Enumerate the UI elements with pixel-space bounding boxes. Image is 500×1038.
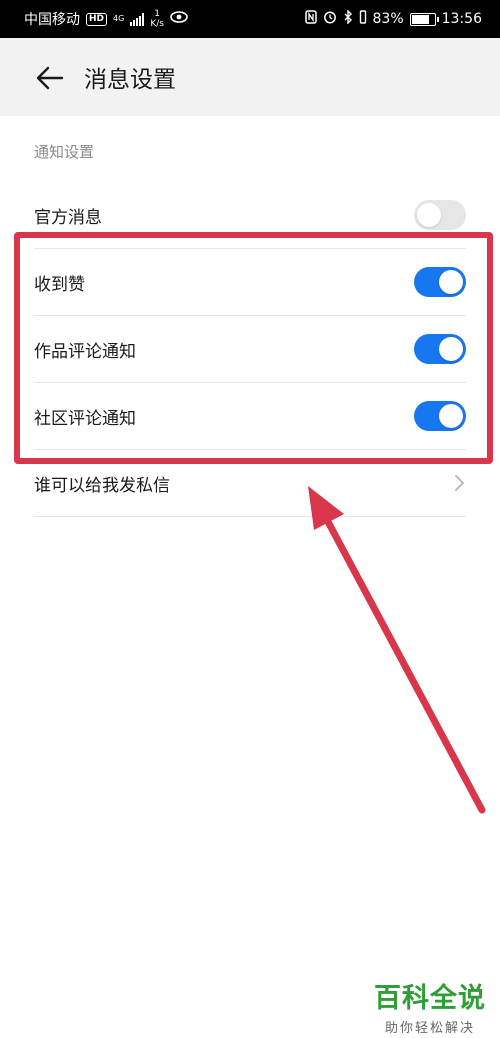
chevron-right-icon [455, 475, 464, 491]
setting-row-official-messages[interactable]: 官方消息 [34, 182, 466, 248]
bluetooth-icon [343, 9, 353, 28]
network-speed: 1 K/s [150, 9, 164, 29]
nfc-icon [304, 10, 317, 28]
setting-label: 作品评论通知 [34, 341, 136, 362]
work-comment-notify-toggle[interactable] [414, 334, 466, 364]
toggle-knob [439, 337, 463, 361]
official-messages-toggle[interactable] [414, 200, 466, 230]
vibrate-icon [359, 10, 367, 28]
setting-row-work-comment-notify[interactable]: 作品评论通知 [34, 316, 466, 382]
alarm-icon [323, 10, 337, 28]
signal-icon [130, 12, 145, 26]
clock: 13:56 [441, 11, 482, 27]
toggle-knob [439, 270, 463, 294]
battery-percent: 83% [372, 11, 404, 27]
watermark-subtitle: 助你轻松解决 [384, 1021, 475, 1036]
setting-row-community-comment-notify[interactable]: 社区评论通知 [34, 383, 466, 449]
status-bar: 中国移动 HD 4G 1 K/s 83% 13:56 [0, 0, 500, 38]
watermark: 百科全说 助你轻松解决 [374, 976, 486, 1036]
likes-received-toggle[interactable] [414, 267, 466, 297]
setting-label: 官方消息 [34, 207, 102, 228]
network-speed-value: 1 [154, 9, 160, 19]
battery-icon [409, 12, 439, 26]
section-label: 通知设置 [34, 143, 95, 161]
setting-row-likes-received[interactable]: 收到赞 [34, 249, 466, 315]
carrier-name: 中国移动 [24, 12, 80, 28]
battery-fill [411, 14, 429, 24]
divider [34, 516, 466, 517]
toggle-knob [439, 404, 463, 428]
network-speed-unit: K/s [150, 19, 164, 29]
community-comment-notify-toggle[interactable] [414, 401, 466, 431]
setting-label: 收到赞 [34, 274, 85, 295]
status-bar-left: 中国移动 HD 4G 1 K/s [24, 9, 188, 29]
setting-label: 社区评论通知 [34, 408, 136, 429]
page-title: 消息设置 [84, 67, 176, 93]
watermark-title: 百科全说 [374, 983, 486, 1014]
back-button[interactable] [34, 62, 66, 94]
arrow-left-icon [36, 66, 64, 90]
hd-badge: HD [86, 12, 108, 26]
app-header: 消息设置 [0, 38, 500, 116]
setting-label: 谁可以给我发私信 [34, 475, 170, 496]
eye-icon [170, 11, 188, 27]
toggle-knob [417, 203, 441, 227]
network-type: 4G [113, 14, 125, 23]
annotation-arrow [308, 486, 486, 814]
status-bar-right: 83% 13:56 [304, 9, 482, 28]
setting-row-private-message-permission[interactable]: 谁可以给我发私信 [34, 450, 466, 516]
